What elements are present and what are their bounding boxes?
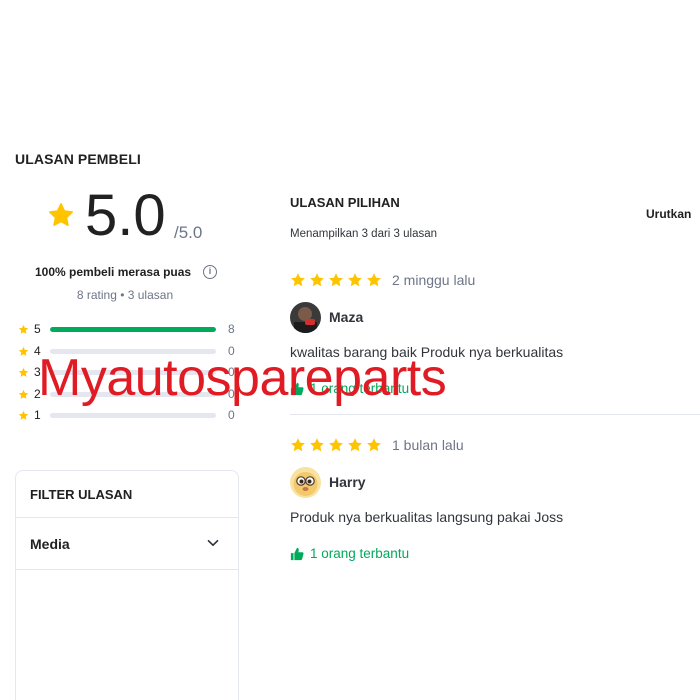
star-icon — [329, 273, 343, 287]
star-icon — [18, 324, 29, 334]
star-icon — [367, 273, 381, 287]
star-icon — [18, 367, 29, 377]
review-rating — [290, 272, 382, 288]
helpful-button[interactable]: 1 orang terbantu — [290, 546, 409, 561]
chevron-down-icon[interactable] — [207, 537, 219, 549]
satisfaction-text: 100% pembeli merasa puas — [35, 265, 192, 279]
star-level: 5 — [34, 322, 41, 336]
star-count: 8 — [228, 322, 235, 336]
showing-count: Menampilkan 3 dari 3 ulasan — [290, 228, 438, 240]
helpful-text: 1 orang terbantu — [310, 546, 410, 561]
review-text: Produk nya berkualitas langsung pakai Jo… — [290, 509, 564, 525]
divider — [290, 414, 700, 415]
avatar[interactable] — [290, 302, 321, 333]
divider — [16, 569, 238, 570]
score-max: /5.0 — [174, 223, 203, 242]
distribution-row[interactable]: 5 8 — [18, 320, 243, 342]
star-icon — [291, 438, 305, 452]
watermark-text: Myautospareparts — [38, 349, 447, 407]
rating-count: 8 rating • 3 ulasan — [76, 288, 174, 302]
reviewer-name[interactable]: Maza — [329, 309, 363, 325]
sort-button[interactable]: Urutkan — [646, 207, 691, 221]
filter-title: FILTER ULASAN — [30, 487, 133, 502]
star-icon — [18, 410, 29, 420]
info-icon[interactable]: i — [203, 265, 217, 279]
star-icon — [291, 273, 305, 287]
star-icon — [310, 438, 324, 452]
star-icon — [310, 273, 324, 287]
section-title: ULASAN PEMBELI — [15, 151, 141, 167]
review-time: 1 bulan lalu — [392, 437, 464, 453]
thumbs-up-icon — [290, 547, 304, 560]
filter-media-label[interactable]: Media — [30, 536, 70, 552]
star-icon — [18, 346, 29, 356]
distribution-bar — [50, 413, 216, 418]
review-time: 2 minggu lalu — [392, 272, 476, 288]
filter-panel: FILTER ULASAN Media — [15, 470, 239, 700]
review-rating — [290, 437, 382, 453]
star-icon — [18, 389, 29, 399]
avatar[interactable] — [290, 467, 321, 498]
reviewer-name[interactable]: Harry — [329, 474, 366, 490]
star-icon — [348, 438, 362, 452]
divider — [16, 517, 238, 518]
star-icon — [348, 273, 362, 287]
star-icon — [329, 438, 343, 452]
star-icon — [367, 438, 381, 452]
reviews-section-title: ULASAN PILIHAN — [290, 195, 400, 210]
distribution-bar — [50, 327, 216, 332]
star-icon — [49, 203, 73, 226]
distribution-fill — [50, 327, 216, 332]
average-score: 5.0 — [85, 183, 166, 248]
